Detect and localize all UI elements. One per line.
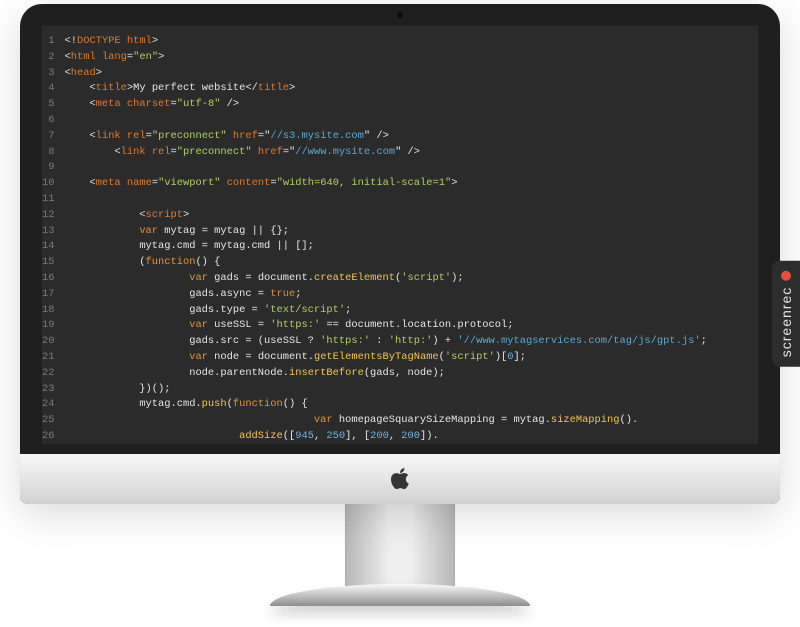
line-number: 2: [42, 50, 54, 66]
line-number: 5: [42, 97, 54, 113]
code-line[interactable]: <meta charset="utf-8" />: [64, 97, 758, 113]
screen: 1234567891011121314151617181920212223242…: [42, 26, 758, 444]
code-line[interactable]: <link rel="preconnect" href="//www.mysit…: [64, 145, 758, 161]
line-number: 3: [42, 66, 54, 82]
code-line[interactable]: node.parentNode.insertBefore(gads, node)…: [64, 366, 758, 382]
line-number: 17: [42, 287, 54, 303]
line-number: 4: [42, 81, 54, 97]
code-line[interactable]: [64, 113, 758, 129]
line-number: 23: [42, 382, 54, 398]
line-number: 12: [42, 208, 54, 224]
code-line[interactable]: [64, 160, 758, 176]
line-number: 24: [42, 397, 54, 413]
line-number: 26: [42, 429, 54, 444]
code-line[interactable]: })();: [64, 382, 758, 398]
line-number: 14: [42, 239, 54, 255]
code-line[interactable]: [64, 192, 758, 208]
code-line[interactable]: addSize([945, 250], [200, 200]).: [64, 429, 758, 444]
line-number-gutter: 1234567891011121314151617181920212223242…: [42, 34, 64, 444]
line-number: 20: [42, 334, 54, 350]
code-line[interactable]: var gads = document.createElement('scrip…: [64, 271, 758, 287]
screenrec-badge[interactable]: screenrec: [772, 260, 800, 366]
code-line[interactable]: <link rel="preconnect" href="//s3.mysite…: [64, 129, 758, 145]
code-line[interactable]: (function() {: [64, 255, 758, 271]
code-line[interactable]: mytag.cmd.push(function() {: [64, 397, 758, 413]
code-line[interactable]: <script>: [64, 208, 758, 224]
code-line[interactable]: var useSSL = 'https:' == document.locati…: [64, 318, 758, 334]
line-number: 22: [42, 366, 54, 382]
line-number: 18: [42, 303, 54, 319]
line-number: 13: [42, 224, 54, 240]
line-number: 16: [42, 271, 54, 287]
code-line[interactable]: var homepageSquarySizeMapping = mytag.si…: [64, 413, 758, 429]
line-number: 6: [42, 113, 54, 129]
line-number: 25: [42, 413, 54, 429]
code-line[interactable]: <!DOCTYPE html>: [64, 34, 758, 50]
code-line[interactable]: gads.async = true;: [64, 287, 758, 303]
code-line[interactable]: mytag.cmd = mytag.cmd || [];: [64, 239, 758, 255]
code-area[interactable]: <!DOCTYPE html><html lang="en"><head> <t…: [64, 34, 758, 444]
code-line[interactable]: var node = document.getElementsByTagName…: [64, 350, 758, 366]
line-number: 21: [42, 350, 54, 366]
code-line[interactable]: <head>: [64, 66, 758, 82]
stand-foot: [270, 584, 530, 606]
code-line[interactable]: <meta name="viewport" content="width=640…: [64, 176, 758, 192]
line-number: 9: [42, 160, 54, 176]
stand-neck: [345, 502, 455, 586]
code-editor[interactable]: 1234567891011121314151617181920212223242…: [42, 26, 758, 444]
line-number: 10: [42, 176, 54, 192]
line-number: 1: [42, 34, 54, 50]
apple-logo-icon: [389, 468, 411, 490]
screenrec-label: screenrec: [778, 286, 794, 356]
code-line[interactable]: var mytag = mytag || {};: [64, 224, 758, 240]
imac-monitor: 1234567891011121314151617181920212223242…: [20, 0, 780, 627]
line-number: 15: [42, 255, 54, 271]
monitor-bezel: 1234567891011121314151617181920212223242…: [20, 4, 780, 504]
monitor-chin: [20, 454, 780, 504]
code-line[interactable]: gads.src = (useSSL ? 'https:' : 'http:')…: [64, 334, 758, 350]
code-line[interactable]: <title>My perfect website</title>: [64, 81, 758, 97]
line-number: 8: [42, 145, 54, 161]
record-dot-icon: [781, 270, 791, 280]
line-number: 7: [42, 129, 54, 145]
code-line[interactable]: gads.type = 'text/script';: [64, 303, 758, 319]
line-number: 11: [42, 192, 54, 208]
code-line[interactable]: <html lang="en">: [64, 50, 758, 66]
camera-dot: [397, 12, 403, 18]
line-number: 19: [42, 318, 54, 334]
